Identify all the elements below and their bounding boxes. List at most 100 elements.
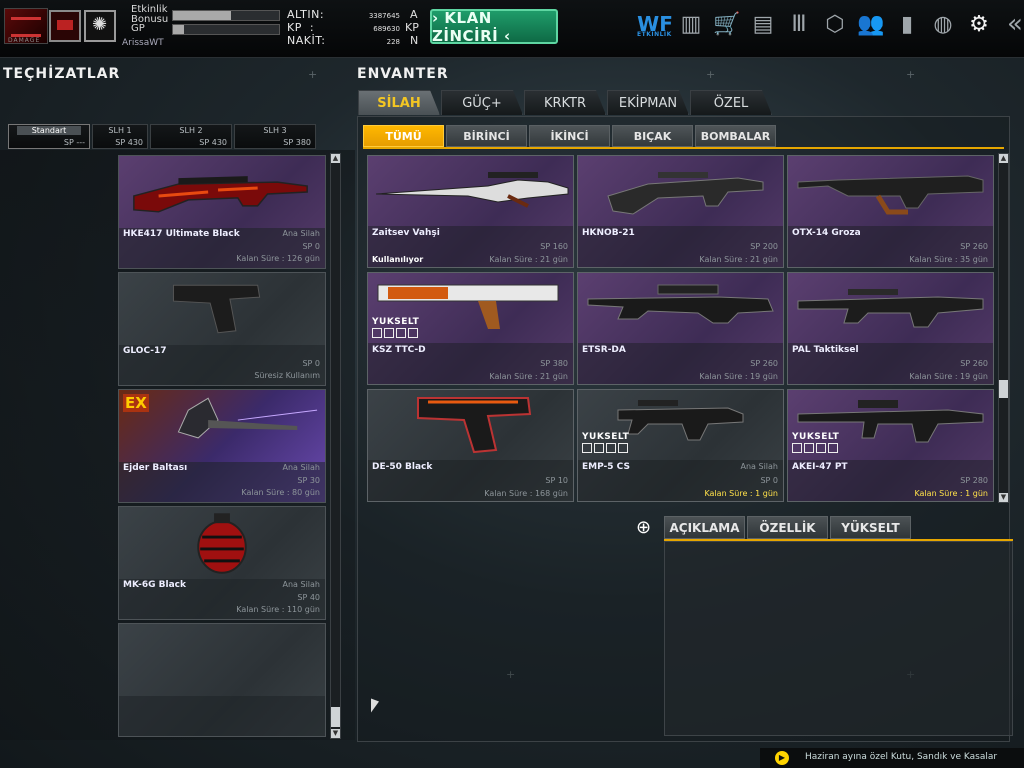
loadout-name: SLH 3: [263, 126, 287, 135]
item-sp: SP 260: [960, 242, 988, 251]
item-info: Ejder Baltası Ana Silah SP 30 Kalan Süre…: [119, 462, 325, 502]
inventory-item-card[interactable]: HKNOB-21 SP 200 Kalan Süre : 21 gün: [577, 155, 784, 268]
item-info: ETSR-DA SP 260 Kalan Süre : 19 gün: [578, 343, 783, 384]
scroll-down-icon[interactable]: ▼: [331, 729, 340, 738]
item-time: Kalan Süre : 1 gün: [704, 489, 778, 498]
tab-guc[interactable]: GÜÇ+: [441, 90, 523, 115]
play-icon[interactable]: ▶: [775, 751, 789, 765]
users-icon[interactable]: 👥: [856, 9, 886, 39]
etkinlik-icon[interactable]: WF ETKİNLİK: [637, 9, 673, 39]
loadout-name: Standart: [17, 126, 81, 135]
scroll-up-icon[interactable]: ▲: [331, 154, 340, 163]
tab-silah[interactable]: SİLAH: [358, 90, 440, 115]
ticker-text[interactable]: Haziran ayına özel Kutu, Sandık ve Kasal…: [805, 752, 997, 762]
back-arrows-icon[interactable]: «: [1000, 9, 1024, 39]
tab-aciklama[interactable]: AÇIKLAMA: [664, 516, 745, 539]
equipped-item-card[interactable]: MK-6G Black Ana Silah SP 40 Kalan Süre :…: [118, 506, 326, 620]
detail-tabs: AÇIKLAMA ÖZELLİK YÜKSELT: [664, 516, 911, 539]
item-name: OTX-14 Groza: [792, 228, 861, 238]
loadout-sp: SP ---: [63, 138, 85, 147]
tab-ozellik[interactable]: ÖZELLİK: [747, 516, 828, 539]
clan-emblem-icon[interactable]: [49, 10, 81, 42]
inventory-item-card[interactable]: YUKSELT EMP-5 CS Ana Silah SP 0 Kalan Sü…: [577, 389, 784, 502]
cash-unit: N: [410, 34, 419, 47]
item-name: KSZ TTC-D: [372, 345, 426, 355]
sniper-rifle-icon: [587, 284, 774, 324]
clan-chain-button[interactable]: › KLAN ZİNCİRİ ‹: [430, 9, 558, 45]
item-sp: SP 380: [540, 359, 568, 368]
inventory-item-card[interactable]: ETSR-DA SP 260 Kalan Süre : 19 gün: [577, 272, 784, 385]
item-time: Kalan Süre : 168 gün: [484, 489, 568, 498]
item-name: PAL Taktiksel: [792, 345, 859, 355]
tactical-rifle-icon: [797, 289, 984, 328]
globe-icon[interactable]: ◍: [928, 9, 958, 39]
upgrade-label: YUKSELT: [372, 317, 420, 327]
tab-ozel[interactable]: ÖZEL: [690, 90, 772, 115]
upgrade-slots: [372, 328, 418, 338]
subtab-birinci[interactable]: BİRİNCİ: [446, 125, 527, 147]
inventory-item-card[interactable]: PAL Taktiksel SP 260 Kalan Süre : 19 gün: [787, 272, 994, 385]
tab-ekipman[interactable]: EKİPMAN: [607, 90, 689, 115]
item-sp: SP 260: [960, 359, 988, 368]
loadout-tab-slh3[interactable]: SLH 3 SP 380: [234, 124, 316, 149]
item-type: Ana Silah: [282, 229, 320, 238]
etkinlik-label: ETKİNLİK: [637, 31, 672, 38]
subtab-bombalar[interactable]: BOMBALAR: [695, 125, 776, 147]
gp-label: GP: [131, 23, 145, 34]
item-name: ETSR-DA: [582, 345, 626, 355]
left-scrollbar[interactable]: ▲ ▼: [330, 153, 341, 739]
item-sp: SP 160: [540, 242, 568, 251]
item-time: Süresiz Kullanım: [254, 371, 320, 380]
subtab-ikinci[interactable]: İKİNCİ: [529, 125, 610, 147]
loadout-tab-slh1[interactable]: SLH 1 SP 430: [92, 124, 148, 149]
loadout-tab-standart[interactable]: Standart SP ---: [8, 124, 90, 149]
scroll-thumb[interactable]: [331, 707, 340, 727]
tab-krktr[interactable]: KRKTR: [524, 90, 606, 115]
loadout-tab-slh2[interactable]: SLH 2 SP 430: [150, 124, 232, 149]
city-icon[interactable]: ▥: [676, 9, 706, 39]
equipped-item-card[interactable]: EX Ejder Baltası Ana Silah SP 30 Kalan S…: [118, 389, 326, 503]
equipment-title: TEÇHİZATLAR: [3, 66, 121, 82]
scroll-thumb[interactable]: [999, 380, 1008, 398]
inventory-item-card[interactable]: Zaitsev Vahşi SP 160 Kullanılıyor Kalan …: [367, 155, 574, 268]
equipped-item-card[interactable]: HKE417 Ultimate Black Ana Silah SP 0 Kal…: [118, 155, 326, 269]
box-icon[interactable]: ⬡: [820, 9, 850, 39]
subtab-underline: [363, 147, 1004, 149]
subtab-bicak[interactable]: BIÇAK: [612, 125, 693, 147]
item-type: Ana Silah: [282, 463, 320, 472]
briefcase-icon[interactable]: ▤: [748, 9, 778, 39]
inventory-scrollbar[interactable]: ▲ ▼: [998, 153, 1009, 503]
empty-slot-card[interactable]: [118, 623, 326, 737]
item-info: HKNOB-21 SP 200 Kalan Süre : 21 gün: [578, 226, 783, 267]
inventory-item-card[interactable]: YUKSELT KSZ TTC-D SP 380 Kalan Süre : 21…: [367, 272, 574, 385]
equipped-item-card[interactable]: GLOC-17 SP 0 Süresiz Kullanım: [118, 272, 326, 386]
zoom-in-icon[interactable]: ⊕: [636, 519, 656, 539]
loadout-name: SLH 2: [179, 126, 203, 135]
ammo-icon[interactable]: Ⅲ: [784, 9, 814, 39]
item-info: GLOC-17 SP 0 Süresiz Kullanım: [119, 345, 325, 385]
kp-unit: KP: [405, 21, 419, 34]
inventory-tabs: SİLAH GÜÇ+ KRKTR EKİPMAN ÖZEL: [358, 90, 772, 115]
shop-cart-icon[interactable]: 🛒: [712, 9, 742, 39]
item-type: Ana Silah: [740, 462, 778, 471]
rifle-icon: [607, 172, 764, 215]
scroll-down-icon[interactable]: ▼: [999, 493, 1008, 502]
event-bonus-bar: [172, 10, 280, 21]
cash-label: NAKİT:: [287, 34, 326, 47]
in-use-label: Kullanılıyor: [372, 255, 424, 264]
inventory-item-card[interactable]: OTX-14 Groza SP 260 Kalan Süre : 35 gün: [787, 155, 994, 268]
mouse-cursor-icon: [371, 698, 379, 716]
bar-chart-icon[interactable]: ▮: [892, 9, 922, 39]
tab-yukselt[interactable]: YÜKSELT: [830, 516, 911, 539]
item-info: OTX-14 Groza SP 260 Kalan Süre : 35 gün: [788, 226, 993, 267]
inventory-title: ENVANTER: [357, 66, 449, 82]
item-name: Ejder Baltası: [123, 463, 188, 473]
gear-icon[interactable]: ⚙: [964, 9, 994, 39]
detail-content: [664, 541, 1013, 736]
scroll-up-icon[interactable]: ▲: [999, 154, 1008, 163]
item-info: [119, 696, 325, 736]
subtab-tumu[interactable]: TÜMÜ: [363, 125, 444, 147]
item-time: Kalan Süre : 21 gün: [489, 372, 568, 381]
inventory-item-card[interactable]: YUKSELT AKEI-47 PT SP 280 Kalan Süre : 1…: [787, 389, 994, 502]
inventory-item-card[interactable]: DE-50 Black SP 10 Kalan Süre : 168 gün: [367, 389, 574, 502]
